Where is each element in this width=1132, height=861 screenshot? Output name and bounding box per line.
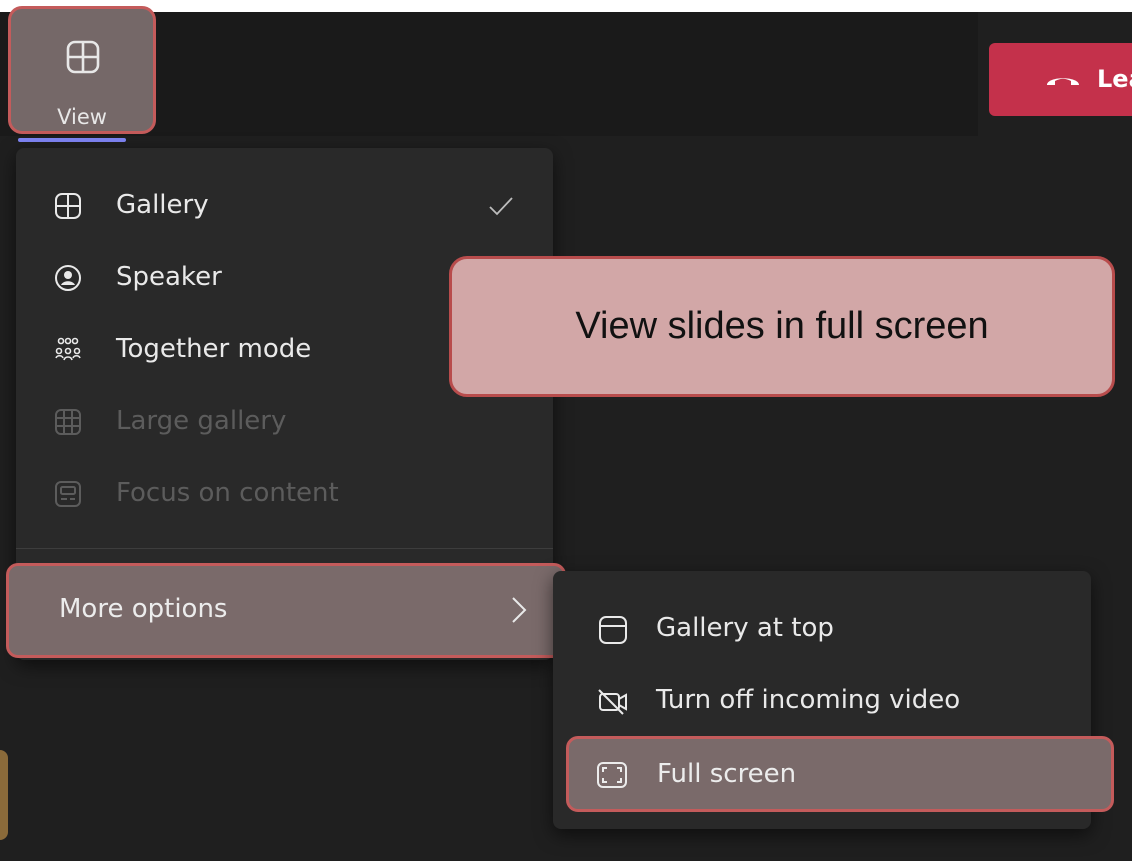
full-screen-icon [597, 762, 627, 788]
menu-item-label: Speaker [116, 262, 222, 292]
leave-button[interactable]: Lea [989, 43, 1132, 116]
view-button[interactable]: View [8, 6, 156, 134]
gallery-top-icon [599, 616, 627, 644]
menu-item-focus-on-content[interactable]: Focus on content [16, 460, 553, 530]
submenu-item-label: Gallery at top [656, 613, 834, 643]
callout-text: View slides in full screen [575, 305, 989, 347]
participant-video-edge [0, 750, 8, 840]
menu-item-large-gallery[interactable]: Large gallery [16, 388, 553, 458]
grid-icon [55, 193, 81, 219]
menu-item-label: Gallery [116, 190, 209, 220]
view-button-label: View [57, 105, 107, 129]
menu-divider [16, 548, 553, 549]
hang-up-icon [1047, 78, 1079, 85]
video-off-icon [598, 689, 627, 715]
chevron-right-icon [512, 597, 527, 623]
instruction-callout: View slides in full screen [449, 256, 1115, 397]
menu-item-label: Focus on content [116, 478, 339, 508]
submenu-item-label: Full screen [657, 759, 797, 789]
checkmark-icon [489, 197, 513, 216]
people-group-icon [55, 337, 81, 361]
menu-item-gallery[interactable]: Gallery [16, 172, 553, 242]
submenu-item-full-screen[interactable]: Full screen [566, 736, 1114, 812]
more-options-label: More options [59, 594, 228, 624]
view-active-indicator [18, 138, 126, 142]
more-options-menu-item[interactable]: More options [6, 563, 566, 658]
leave-button-label: Lea [1097, 65, 1132, 93]
submenu-item-turn-off-video[interactable]: Turn off incoming video [553, 667, 1091, 737]
menu-item-label: Together mode [116, 334, 312, 364]
submenu-item-gallery-at-top[interactable]: Gallery at top [553, 595, 1091, 665]
submenu-item-label: Turn off incoming video [656, 685, 961, 715]
grid-icon [66, 40, 100, 74]
content-icon [55, 481, 81, 507]
person-circle-icon [55, 265, 81, 291]
menu-item-label: Large gallery [116, 406, 287, 436]
large-grid-icon [55, 409, 81, 435]
